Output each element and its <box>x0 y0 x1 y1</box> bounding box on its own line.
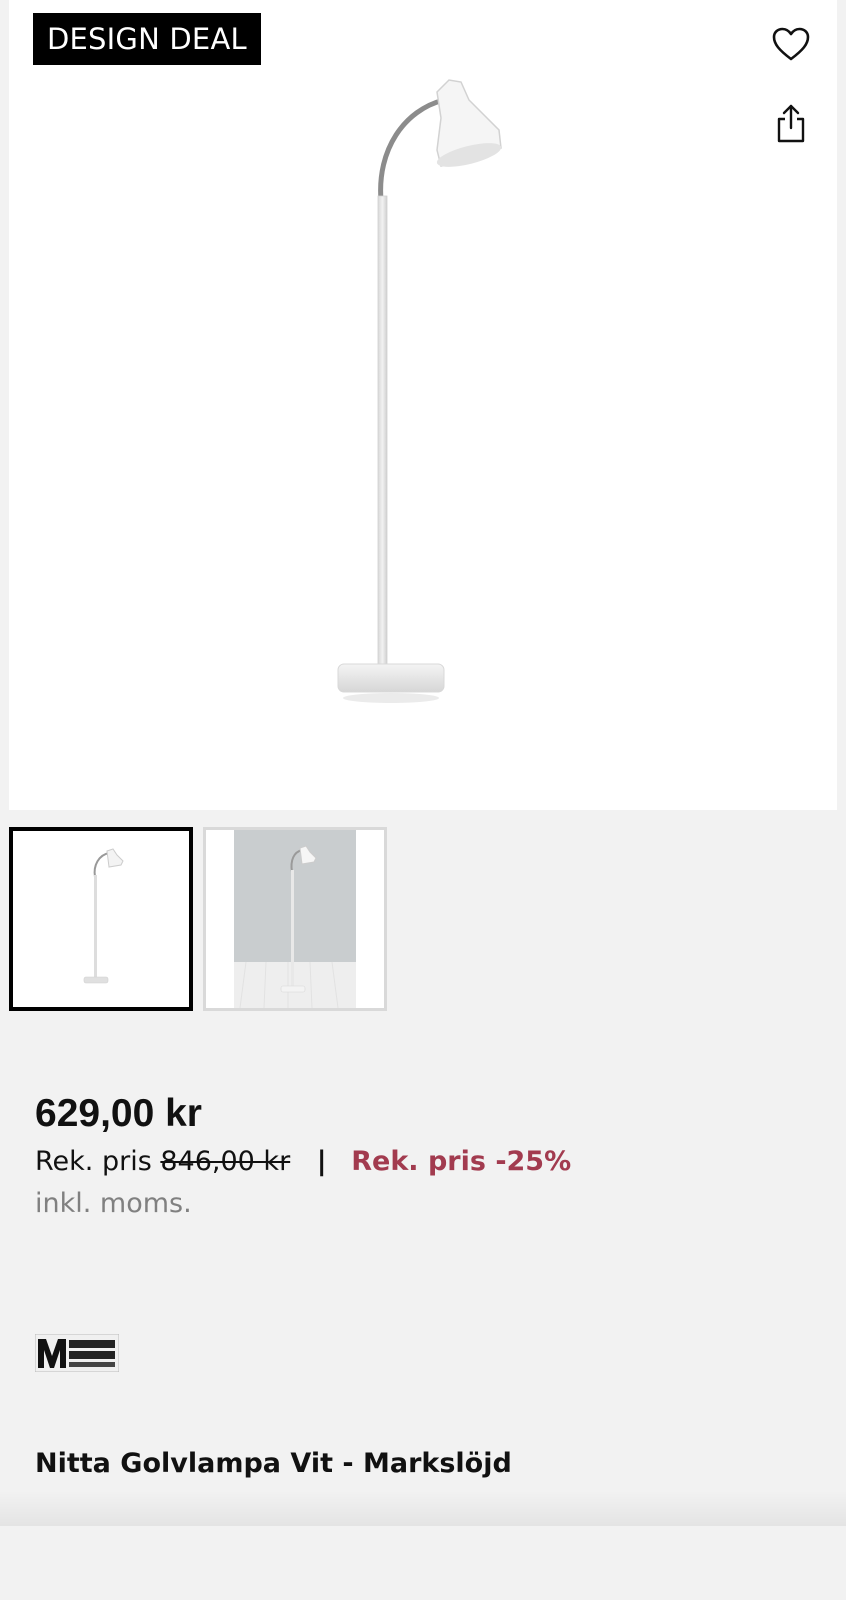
heart-outline-icon <box>772 27 810 61</box>
favorite-button[interactable] <box>765 18 817 70</box>
recommended-price-label: Rek. pris <box>35 1146 152 1177</box>
original-price: 846,00 kr <box>160 1146 291 1177</box>
markslojd-logo <box>34 1333 120 1373</box>
thumbnail-strip <box>9 827 387 1011</box>
thumbnail-lamp-image <box>83 848 124 984</box>
share-icon <box>777 104 805 143</box>
design-deal-badge: DESIGN DEAL <box>33 13 261 65</box>
price-section: 629,00 kr Rek. pris 846,00 kr | Rek. pri… <box>35 1090 571 1224</box>
thumbnail-room-image <box>234 830 356 1008</box>
recommended-price-row: Rek. pris 846,00 kr | Rek. pris -25% <box>35 1142 571 1182</box>
vat-note: inkl. moms. <box>35 1188 192 1219</box>
bottom-bar <box>0 1526 846 1600</box>
thumbnail-2[interactable] <box>203 827 387 1011</box>
current-price: 629,00 kr <box>35 1092 202 1135</box>
bottom-shadow <box>0 1490 846 1526</box>
product-main-image <box>337 79 502 703</box>
share-button[interactable] <box>765 98 817 150</box>
discount-label: Rek. pris -25% <box>351 1146 572 1177</box>
product-title: Nitta Golvlampa Vit - Markslöjd <box>35 1448 512 1479</box>
product-image-gallery[interactable]: DESIGN DEAL <box>9 0 837 810</box>
brand-logo[interactable] <box>34 1333 120 1373</box>
thumbnail-1[interactable] <box>9 827 193 1011</box>
price-separator: | <box>316 1146 327 1177</box>
